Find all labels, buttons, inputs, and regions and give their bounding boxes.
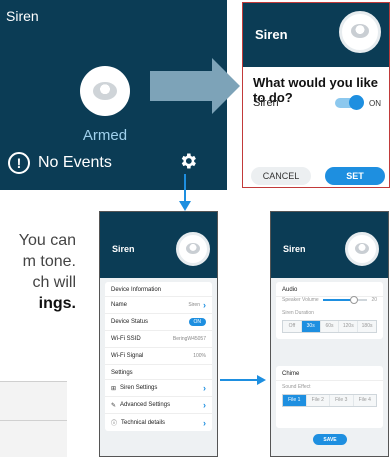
- wifi-ssid-row: Wi-Fi SSID BeringW45057: [105, 331, 212, 348]
- item-left: ⓘ Technical details: [111, 418, 166, 428]
- advanced-settings-item[interactable]: ✎ Advanced Settings ›: [105, 397, 212, 414]
- down-arrow: [184, 174, 186, 202]
- item-left: ⊞ Siren Settings: [111, 385, 157, 392]
- events-indicator: ! No Events: [8, 152, 112, 174]
- siren-toggle-row: Siren ON: [253, 95, 381, 110]
- effect-option[interactable]: File 3: [330, 395, 354, 406]
- wrench-icon: ✎: [111, 402, 117, 409]
- siren-settings-icon: ⊞: [111, 385, 117, 392]
- row-label: Name: [111, 302, 128, 308]
- duration-selector: Off 30s 60s 120s 180s: [282, 320, 377, 333]
- set-button[interactable]: SET: [325, 167, 385, 185]
- technical-details-item[interactable]: ⓘ Technical details ›: [105, 414, 212, 431]
- dialog-header: Siren: [243, 3, 389, 67]
- item-left: ✎ Advanced Settings: [111, 402, 170, 409]
- toggle-state-label: ON: [369, 98, 381, 108]
- siren-option-label: Siren: [253, 97, 279, 109]
- audio-card: Audio Speaker Volume 20 Siren Duration O…: [276, 282, 383, 339]
- siren-action-dialog: Siren What would you like to do? Siren O…: [242, 2, 390, 188]
- siren-device-thumbnail: [339, 11, 381, 53]
- chime-card: Chime Sound Effect File 1 File 2 File 3 Fil…: [276, 366, 383, 428]
- chevron-right-icon: ›: [203, 300, 206, 310]
- siren-device-thumbnail: [176, 232, 210, 266]
- armed-status: Armed: [82, 127, 128, 144]
- text-line: ch will: [32, 274, 76, 291]
- wifi-signal-row: Wi-Fi Signal 100%: [105, 348, 212, 365]
- text-line: You can: [18, 232, 76, 249]
- save-button[interactable]: SAVE: [313, 434, 347, 445]
- siren-settings-header: Siren: [271, 212, 388, 278]
- settings-heading: Settings: [105, 365, 212, 380]
- effect-label: Sound Effect: [282, 384, 311, 390]
- siren-device-image: [80, 66, 130, 116]
- item-label: Technical details: [121, 419, 166, 426]
- settings-header: Siren: [100, 212, 217, 278]
- name-row[interactable]: Name Siren ›: [105, 297, 212, 314]
- link-arrow-head: [257, 375, 266, 385]
- volume-slider[interactable]: [322, 296, 368, 304]
- siren-settings-item[interactable]: ⊞ Siren Settings ›: [105, 380, 212, 397]
- volume-value: 20: [371, 297, 377, 303]
- row-value-group: Siren ›: [188, 300, 206, 310]
- chime-heading: Chime: [276, 366, 383, 381]
- dialog-title: Siren: [255, 27, 288, 42]
- effect-option[interactable]: File 4: [353, 395, 376, 406]
- tile-title: Siren: [6, 8, 39, 24]
- duration-option[interactable]: Off: [283, 321, 302, 332]
- flow-arrow-head: [212, 58, 240, 114]
- device-status-row: Device Status ON: [105, 314, 212, 331]
- instruction-text: You can m tone. ch will ings.: [0, 230, 76, 314]
- volume-knob[interactable]: [350, 296, 359, 304]
- row-label: Wi-Fi SSID: [111, 336, 141, 342]
- flow-arrow: [150, 71, 213, 101]
- row-value: 100%: [193, 353, 206, 359]
- duration-option[interactable]: 60s: [320, 321, 340, 332]
- table-divider: [0, 420, 67, 421]
- chevron-right-icon: ›: [203, 400, 206, 410]
- item-label: Siren Settings: [120, 385, 158, 391]
- duration-option[interactable]: 120s: [339, 321, 359, 332]
- effect-option[interactable]: File 2: [306, 395, 330, 406]
- volume-row: Speaker Volume 20: [276, 296, 383, 307]
- chevron-right-icon: ›: [203, 417, 206, 428]
- cancel-button[interactable]: CANCEL: [251, 167, 311, 185]
- duration-option[interactable]: 30s: [301, 321, 321, 332]
- exclamation-icon: !: [8, 152, 30, 174]
- audio-heading: Audio: [276, 282, 383, 297]
- duration-label: Siren Duration: [282, 310, 314, 316]
- siren-toggle[interactable]: [335, 95, 364, 110]
- device-settings-screen: Siren Device Information Name Siren › Dev…: [99, 211, 218, 457]
- effect-option[interactable]: File 1: [283, 395, 307, 406]
- row-value: BeringW45057: [172, 336, 206, 342]
- row-label: Device Status: [111, 319, 149, 325]
- chevron-right-icon: ›: [203, 383, 206, 393]
- down-arrow-head: [179, 201, 191, 211]
- status-pill[interactable]: ON: [188, 318, 206, 326]
- device-info-heading: Device Information: [105, 282, 212, 297]
- siren-settings-screen: Siren Audio Speaker Volume 20 Siren Dura…: [270, 211, 389, 457]
- device-info-card: Device Information Name Siren › Device St…: [105, 282, 212, 431]
- siren-device-thumbnail: [345, 232, 379, 266]
- gear-icon[interactable]: [178, 151, 198, 171]
- info-icon: ⓘ: [111, 421, 118, 427]
- row-value: Siren: [188, 302, 200, 308]
- text-line: m tone.: [22, 253, 76, 270]
- item-label: Advanced Settings: [120, 402, 171, 408]
- settings-title: Siren: [112, 244, 135, 254]
- table-fragment: [0, 381, 67, 457]
- row-label: Wi-Fi Signal: [111, 353, 144, 359]
- events-label: No Events: [38, 154, 112, 171]
- duration-option[interactable]: 180s: [358, 321, 376, 332]
- siren-settings-title: Siren: [283, 244, 306, 254]
- text-line-bold: ings.: [38, 295, 76, 312]
- link-arrow: [220, 379, 258, 381]
- effect-selector: File 1 File 2 File 3 File 4: [282, 394, 377, 407]
- volume-label: Speaker Volume: [282, 297, 319, 303]
- toggle-group: ON: [335, 95, 381, 110]
